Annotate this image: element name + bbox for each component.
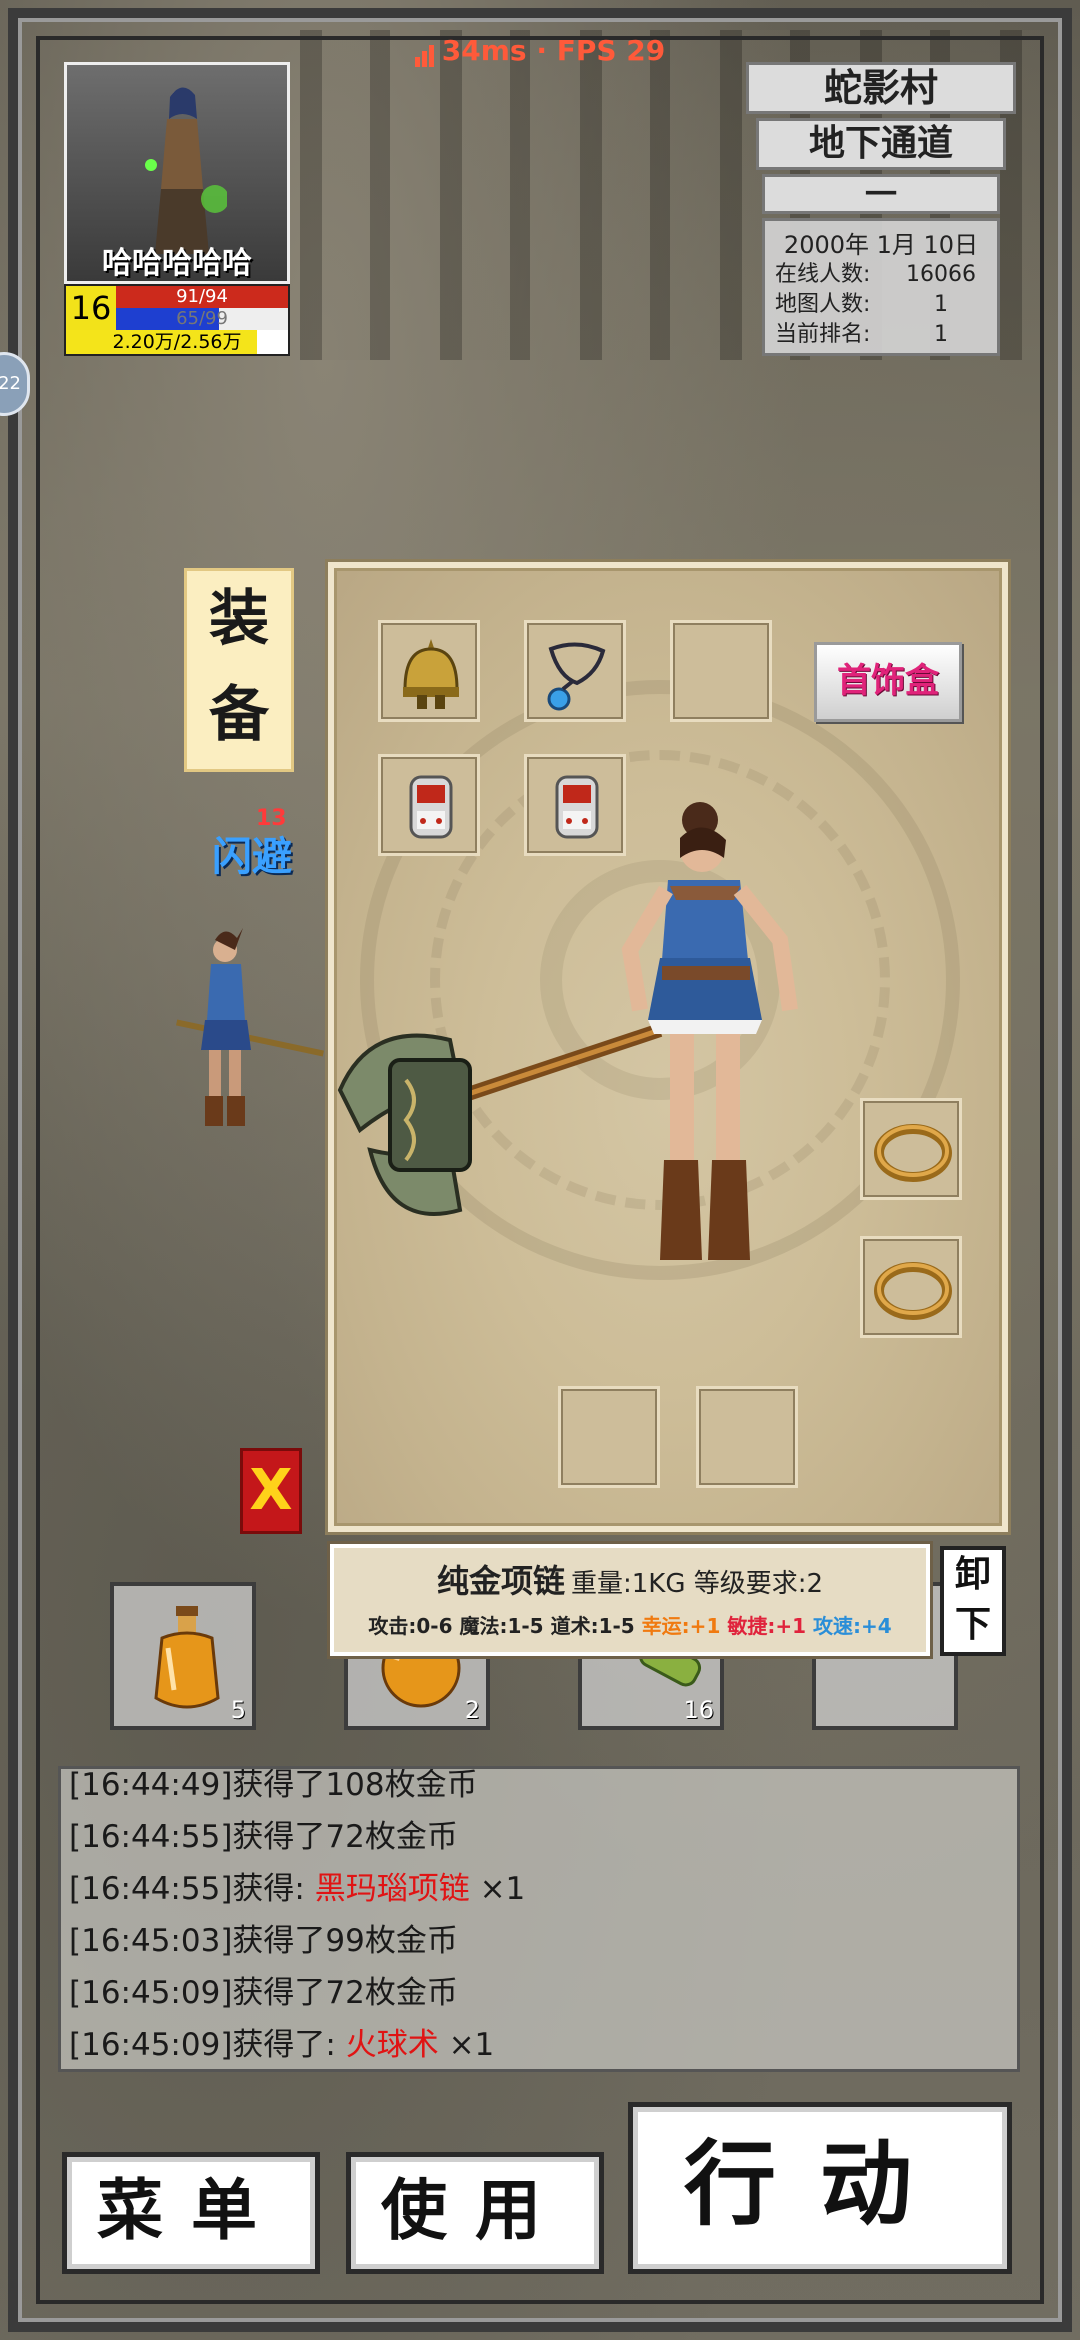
item-tooltip: 纯金项链 重量:1KG 等级要求:2 攻击:0-6 魔法:1-5 道术:1-5 幸… — [330, 1544, 930, 1656]
signal-icon — [414, 34, 436, 67]
equip-tab-char-1: 装 — [209, 584, 269, 654]
helmet-icon — [403, 639, 459, 709]
stat-tao: 道术:1-5 — [550, 1614, 635, 1638]
stat-attack: 攻击:0-6 — [368, 1614, 453, 1638]
online-value: 16066 — [906, 262, 976, 287]
world-character[interactable] — [165, 920, 335, 1140]
slot-necklace[interactable] — [524, 620, 626, 722]
quickbar-count-1: 5 — [230, 1696, 246, 1724]
player-name: 哈哈哈哈哈 — [102, 246, 252, 281]
map-sub: 一 — [762, 174, 1000, 214]
slot-boots[interactable] — [558, 1386, 660, 1488]
close-button[interactable]: X — [240, 1448, 302, 1534]
equip-tab-char-2: 备 — [209, 680, 269, 750]
log-line: [16:44:55]获得: 黑玛瑙项链 ×1 — [69, 1871, 526, 1907]
item-weight: 重量:1KG — [570, 1569, 686, 1599]
stat-magic: 魔法:1-5 — [459, 1614, 544, 1638]
potion-bottle-icon — [154, 1606, 220, 1709]
tooltip-header: 纯金项链 重量:1KG 等级要求:2 — [334, 1556, 926, 1602]
use-button[interactable]: 使用 — [346, 2152, 604, 2274]
jewelry-box-button[interactable]: 首饰盒 — [814, 642, 962, 722]
server-info: 2000年 1月 10日 在线人数: 16066 地图人数: 1 当前排名: 1 — [762, 218, 1000, 356]
player-level: 16 — [66, 286, 116, 330]
ring-icon — [874, 1262, 952, 1320]
log-line: [16:45:03]获得了99枚金币 — [69, 1923, 458, 1959]
slot-belt[interactable] — [696, 1386, 798, 1488]
menu-button[interactable]: 菜单 — [62, 2152, 320, 2274]
unequip-char-1: 卸 — [954, 1554, 991, 1595]
online-label: 在线人数: — [775, 262, 871, 287]
quickbar-count-2: 2 — [464, 1696, 480, 1724]
exp-bar: 2.20万/2.56万 — [66, 330, 288, 354]
stat-attack-speed: 攻速:+4 — [812, 1614, 892, 1638]
item-requirement: 等级要求:2 — [693, 1569, 824, 1599]
log-line: [16:44:55]获得了72枚金币 — [69, 1819, 458, 1855]
hp-bar: 91/94 — [116, 286, 288, 308]
exp-text: 2.20万/2.56万 — [112, 331, 242, 353]
ring-icon — [874, 1124, 952, 1182]
map-name: 地下通道 — [756, 118, 1006, 170]
fps-text: FPS 29 — [556, 34, 666, 67]
area-name: 蛇影村 — [746, 62, 1016, 114]
log-line: [16:44:49]获得了108枚金币 — [69, 1767, 478, 1803]
map-count-value: 1 — [934, 292, 948, 317]
rank-value: 1 — [934, 322, 948, 347]
map-count-label: 地图人数: — [775, 292, 871, 317]
stat-luck: 幸运:+1 — [641, 1614, 721, 1638]
quickbar-count-3: 16 — [683, 1696, 714, 1724]
mp-text: 65/99 — [176, 308, 228, 329]
mp-bar: 65/99 — [116, 308, 288, 330]
unequip-button[interactable]: 卸 下 — [940, 1546, 1006, 1656]
log-line: [16:45:09]获得了: 火球术 ×1 — [69, 2027, 495, 2063]
tooltip-stats: 攻击:0-6 魔法:1-5 道术:1-5 幸运:+1 敏捷:+1 攻速:+4 — [334, 1610, 926, 1639]
necklace-icon — [547, 642, 606, 711]
equip-tab[interactable]: 装 备 — [184, 568, 294, 772]
slot-helmet[interactable] — [378, 620, 480, 722]
game-date: 2000年 1月 10日 — [783, 231, 979, 259]
item-name: 纯金项链 — [436, 1562, 565, 1600]
slot-empty[interactable] — [670, 620, 772, 722]
unequip-char-2: 下 — [954, 1604, 991, 1645]
status-separator: · — [536, 34, 547, 67]
character-model — [337, 802, 798, 1260]
action-button[interactable]: 行动 — [628, 2102, 1012, 2274]
rank-label: 当前排名: — [775, 322, 871, 347]
side-drawer-handle[interactable]: 22 — [0, 352, 30, 416]
log-line: [16:45:09]获得了72枚金币 — [69, 1975, 458, 2011]
stat-agility: 敏捷:+1 — [727, 1614, 806, 1638]
message-log[interactable]: [16:44:49]获得了108枚金币 [16:44:55]获得了72枚金币 [… — [58, 1766, 1020, 2072]
player-stats: 16 91/94 65/99 2.20万/2.56万 — [64, 284, 290, 356]
dodge-text: 闪避 — [212, 834, 292, 880]
slot-ring-2[interactable] — [860, 1236, 962, 1338]
ping-text: 34ms — [441, 34, 527, 67]
quickbar-slot-1[interactable]: 5 — [110, 1582, 256, 1730]
slot-ring-1[interactable] — [860, 1098, 962, 1200]
